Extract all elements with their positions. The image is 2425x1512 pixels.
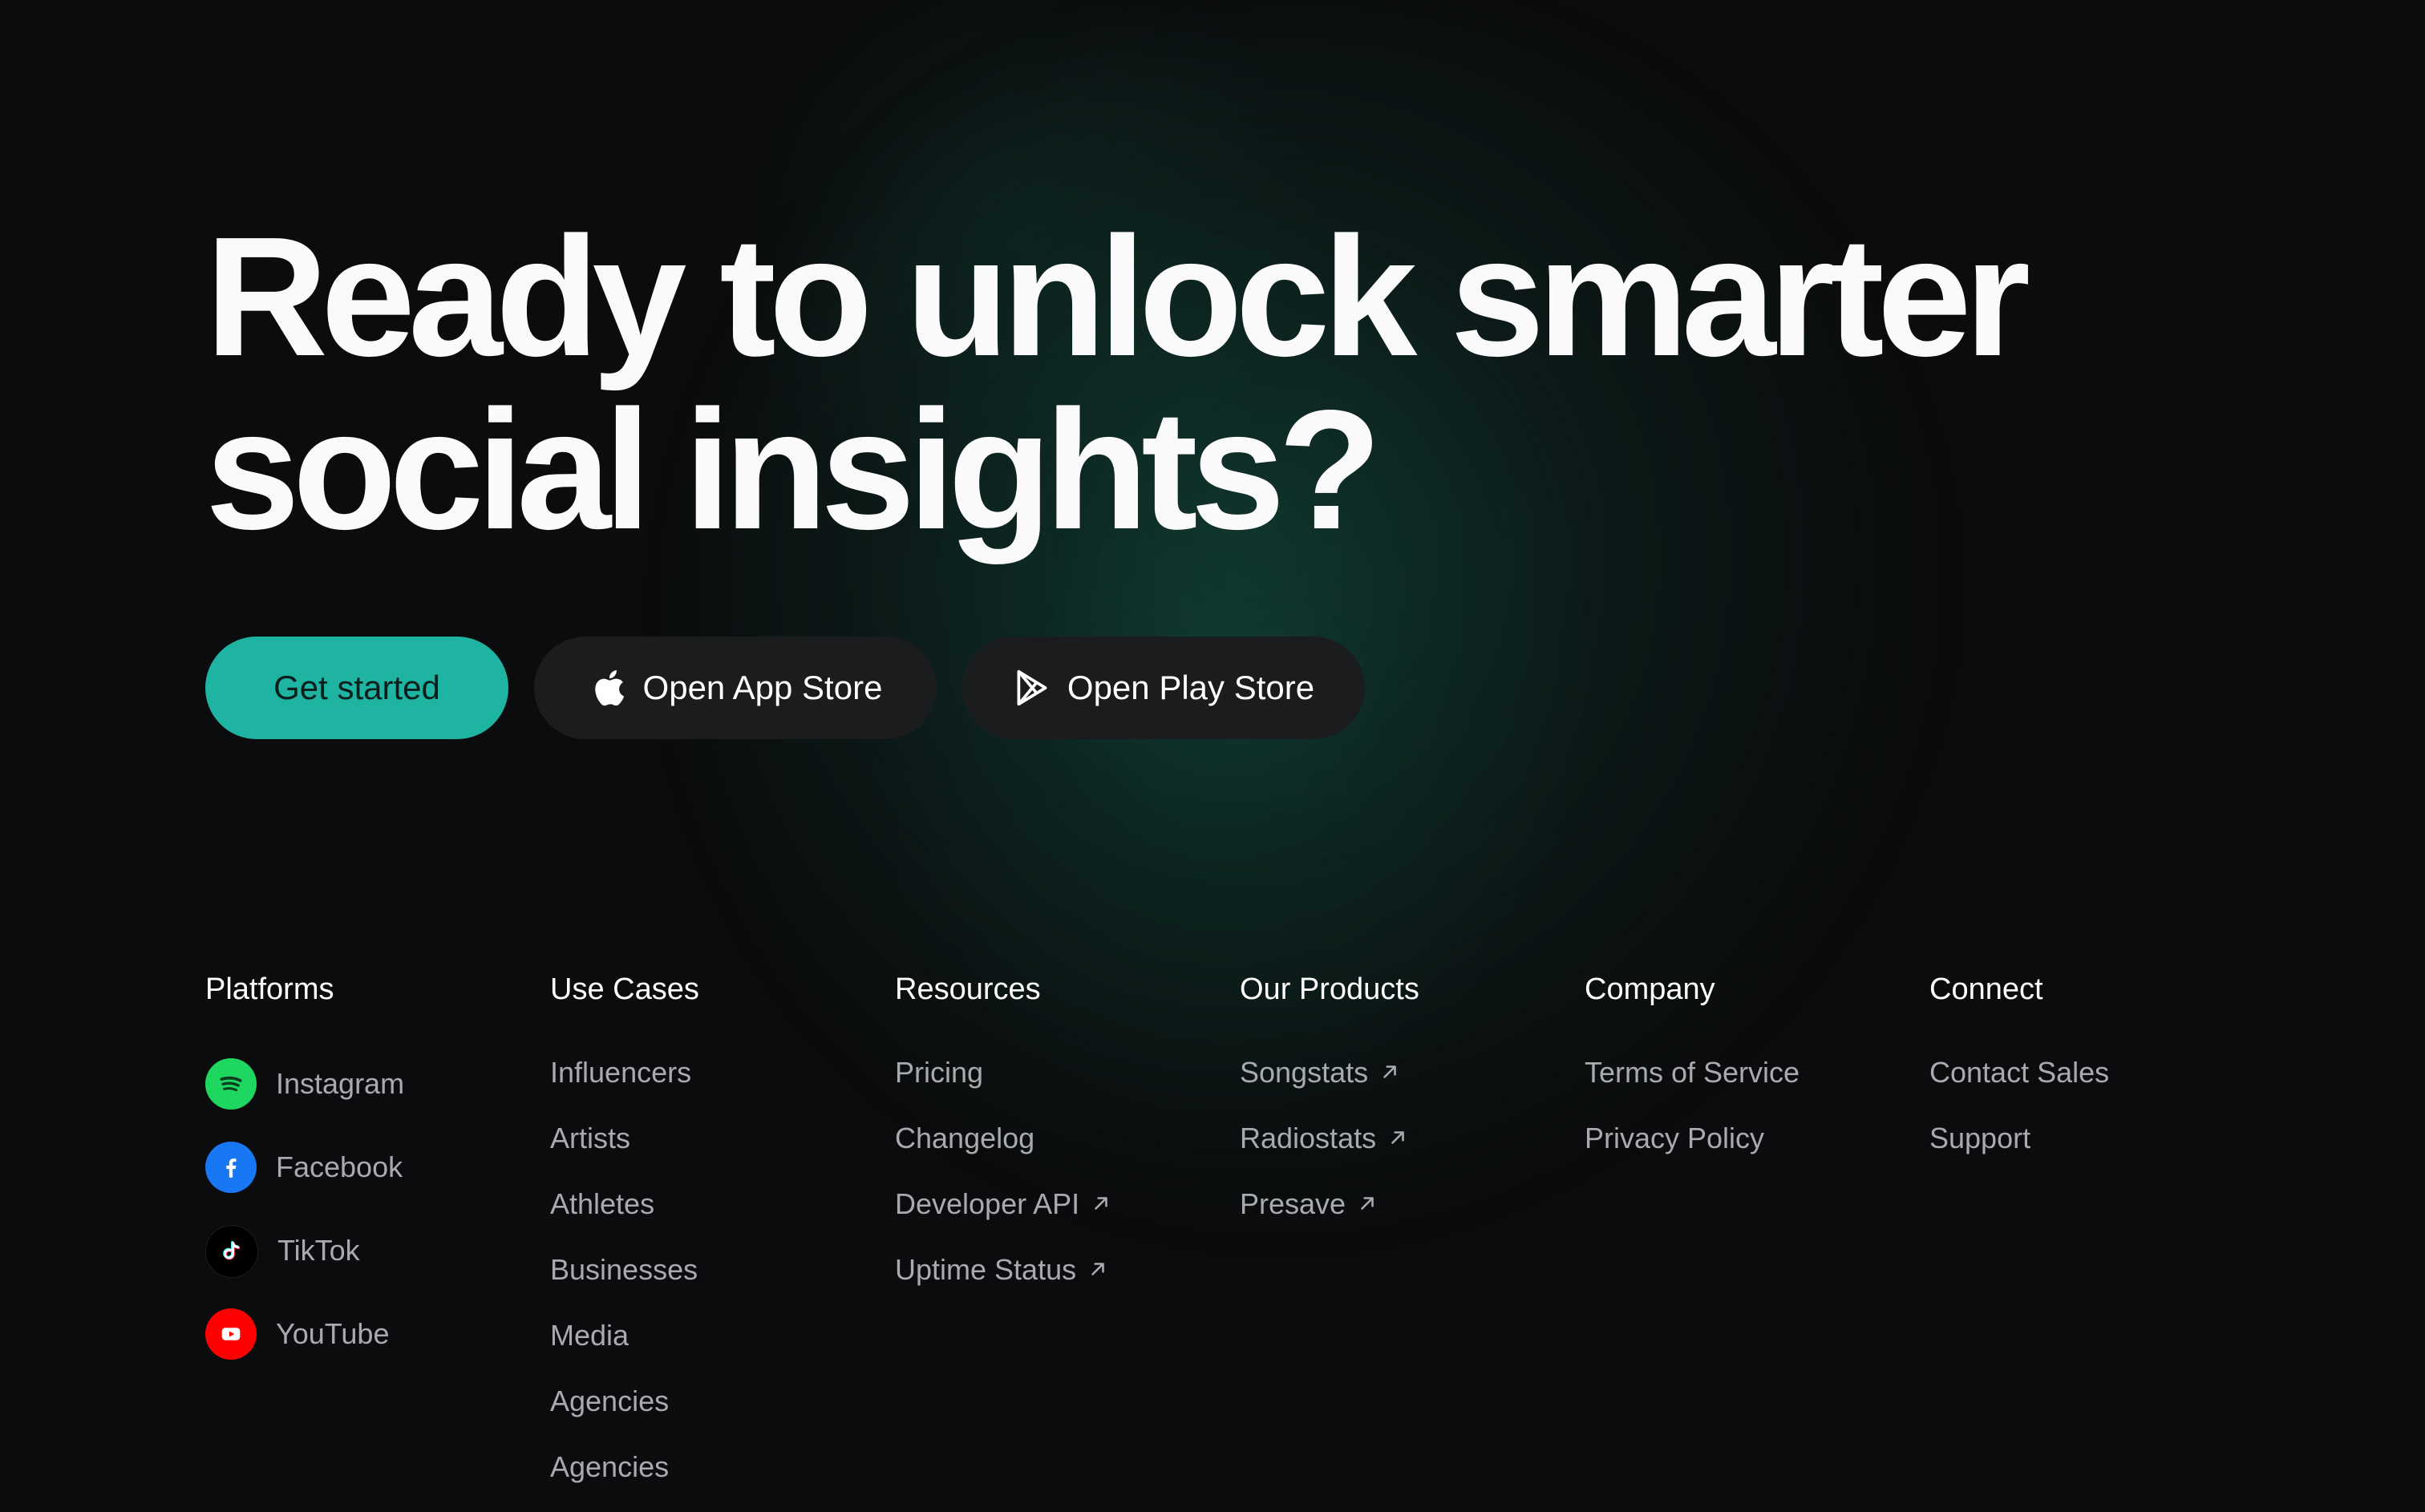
link-label: Developer API: [895, 1187, 1080, 1220]
footer-column-company: Company Terms of Service Privacy Policy: [1585, 968, 1800, 1154]
link-athletes[interactable]: Athletes: [550, 1187, 698, 1252]
background-glow: [706, 16, 1925, 1219]
footer-column-our-products: Our Products Songstats Radiostats Presav…: [1240, 968, 1419, 1220]
link-privacy-policy[interactable]: Privacy Policy: [1585, 1121, 1800, 1187]
youtube-icon: [205, 1308, 257, 1360]
link-radiostats[interactable]: Radiostats: [1240, 1121, 1408, 1187]
facebook-icon: [205, 1142, 257, 1193]
resources-heading: Resources: [895, 972, 1041, 1006]
tiktok-icon: [205, 1225, 258, 1278]
link-developer-api[interactable]: Developer API: [895, 1187, 1111, 1252]
platform-item-instagram[interactable]: Instagram: [205, 1058, 404, 1142]
footer-column-platforms: Platforms Instagram Facebook TikTok YouT…: [205, 968, 404, 1360]
link-contact-sales[interactable]: Contact Sales: [1929, 1055, 2109, 1121]
hero-title-line-1: Ready to unlock smarter: [205, 201, 2030, 391]
external-link-icon: [1383, 1065, 1396, 1078]
google-play-icon: [1013, 669, 1051, 707]
platforms-list: Instagram Facebook TikTok YouTube: [205, 1058, 404, 1392]
get-started-label: Get started: [273, 669, 440, 706]
link-terms-of-service[interactable]: Terms of Service: [1585, 1055, 1800, 1121]
link-label: Uptime Status: [895, 1253, 1077, 1286]
use-cases-heading: Use Cases: [550, 972, 699, 1006]
hero-title-line-2: social insights?: [205, 374, 1382, 564]
footer-column-connect: Connect Contact Sales Support: [1929, 968, 2109, 1154]
link-presave[interactable]: Presave: [1240, 1187, 1408, 1252]
cta-row: Get started Open App Store Open Play Sto…: [205, 637, 1365, 739]
footer-column-use-cases: Use Cases Influencers Artists Athletes B…: [550, 968, 699, 1483]
link-label: Songstats: [1240, 1056, 1369, 1089]
link-changelog[interactable]: Changelog: [895, 1121, 1111, 1187]
our-products-list: Songstats Radiostats Presave: [1240, 1055, 1408, 1252]
platform-label: TikTok: [277, 1234, 360, 1267]
company-list: Terms of Service Privacy Policy: [1585, 1055, 1800, 1187]
link-songstats[interactable]: Songstats: [1240, 1055, 1408, 1121]
link-support[interactable]: Support: [1929, 1121, 2109, 1187]
page: Ready to unlock smarter social insights?…: [0, 0, 2425, 1512]
footer-column-resources: Resources Pricing Changelog Developer AP…: [895, 968, 1107, 1286]
link-label: Radiostats: [1240, 1122, 1377, 1154]
apple-icon: [589, 669, 627, 707]
link-media[interactable]: Media: [550, 1318, 698, 1384]
our-products-heading: Our Products: [1240, 972, 1419, 1006]
get-started-button[interactable]: Get started: [205, 637, 508, 739]
link-uptime-status[interactable]: Uptime Status: [895, 1252, 1111, 1318]
link-agencies-2[interactable]: Agencies: [550, 1449, 698, 1512]
resources-list: Pricing Changelog Developer API Uptime S…: [895, 1055, 1111, 1318]
external-link-icon: [1095, 1197, 1107, 1210]
company-heading: Company: [1585, 972, 1715, 1006]
link-agencies[interactable]: Agencies: [550, 1384, 698, 1449]
external-link-icon: [1361, 1197, 1374, 1210]
spotify-icon: [205, 1058, 257, 1110]
platform-item-youtube[interactable]: YouTube: [205, 1308, 404, 1392]
platform-item-facebook[interactable]: Facebook: [205, 1142, 404, 1225]
open-app-store-button[interactable]: Open App Store: [534, 637, 937, 739]
hero-title: Ready to unlock smarter social insights?: [205, 210, 2290, 556]
platform-label: YouTube: [276, 1317, 390, 1350]
link-label: Presave: [1240, 1187, 1346, 1220]
link-pricing[interactable]: Pricing: [895, 1055, 1111, 1121]
connect-heading: Connect: [1929, 972, 2043, 1006]
link-influencers[interactable]: Influencers: [550, 1055, 698, 1121]
link-businesses[interactable]: Businesses: [550, 1252, 698, 1318]
connect-list: Contact Sales Support: [1929, 1055, 2109, 1187]
open-play-store-label: Open Play Store: [1067, 669, 1315, 706]
platforms-heading: Platforms: [205, 972, 334, 1006]
link-artists[interactable]: Artists: [550, 1121, 698, 1187]
platform-label: Facebook: [276, 1150, 403, 1183]
external-link-icon: [1391, 1131, 1404, 1144]
use-cases-list: Influencers Artists Athletes Businesses …: [550, 1055, 698, 1512]
link-label: Changelog: [895, 1122, 1035, 1154]
link-label: Pricing: [895, 1056, 984, 1089]
platform-item-tiktok[interactable]: TikTok: [205, 1225, 404, 1308]
external-link-icon: [1091, 1263, 1104, 1275]
open-play-store-button[interactable]: Open Play Store: [962, 637, 1365, 739]
platform-label: Instagram: [276, 1067, 405, 1100]
open-app-store-label: Open App Store: [642, 669, 883, 706]
